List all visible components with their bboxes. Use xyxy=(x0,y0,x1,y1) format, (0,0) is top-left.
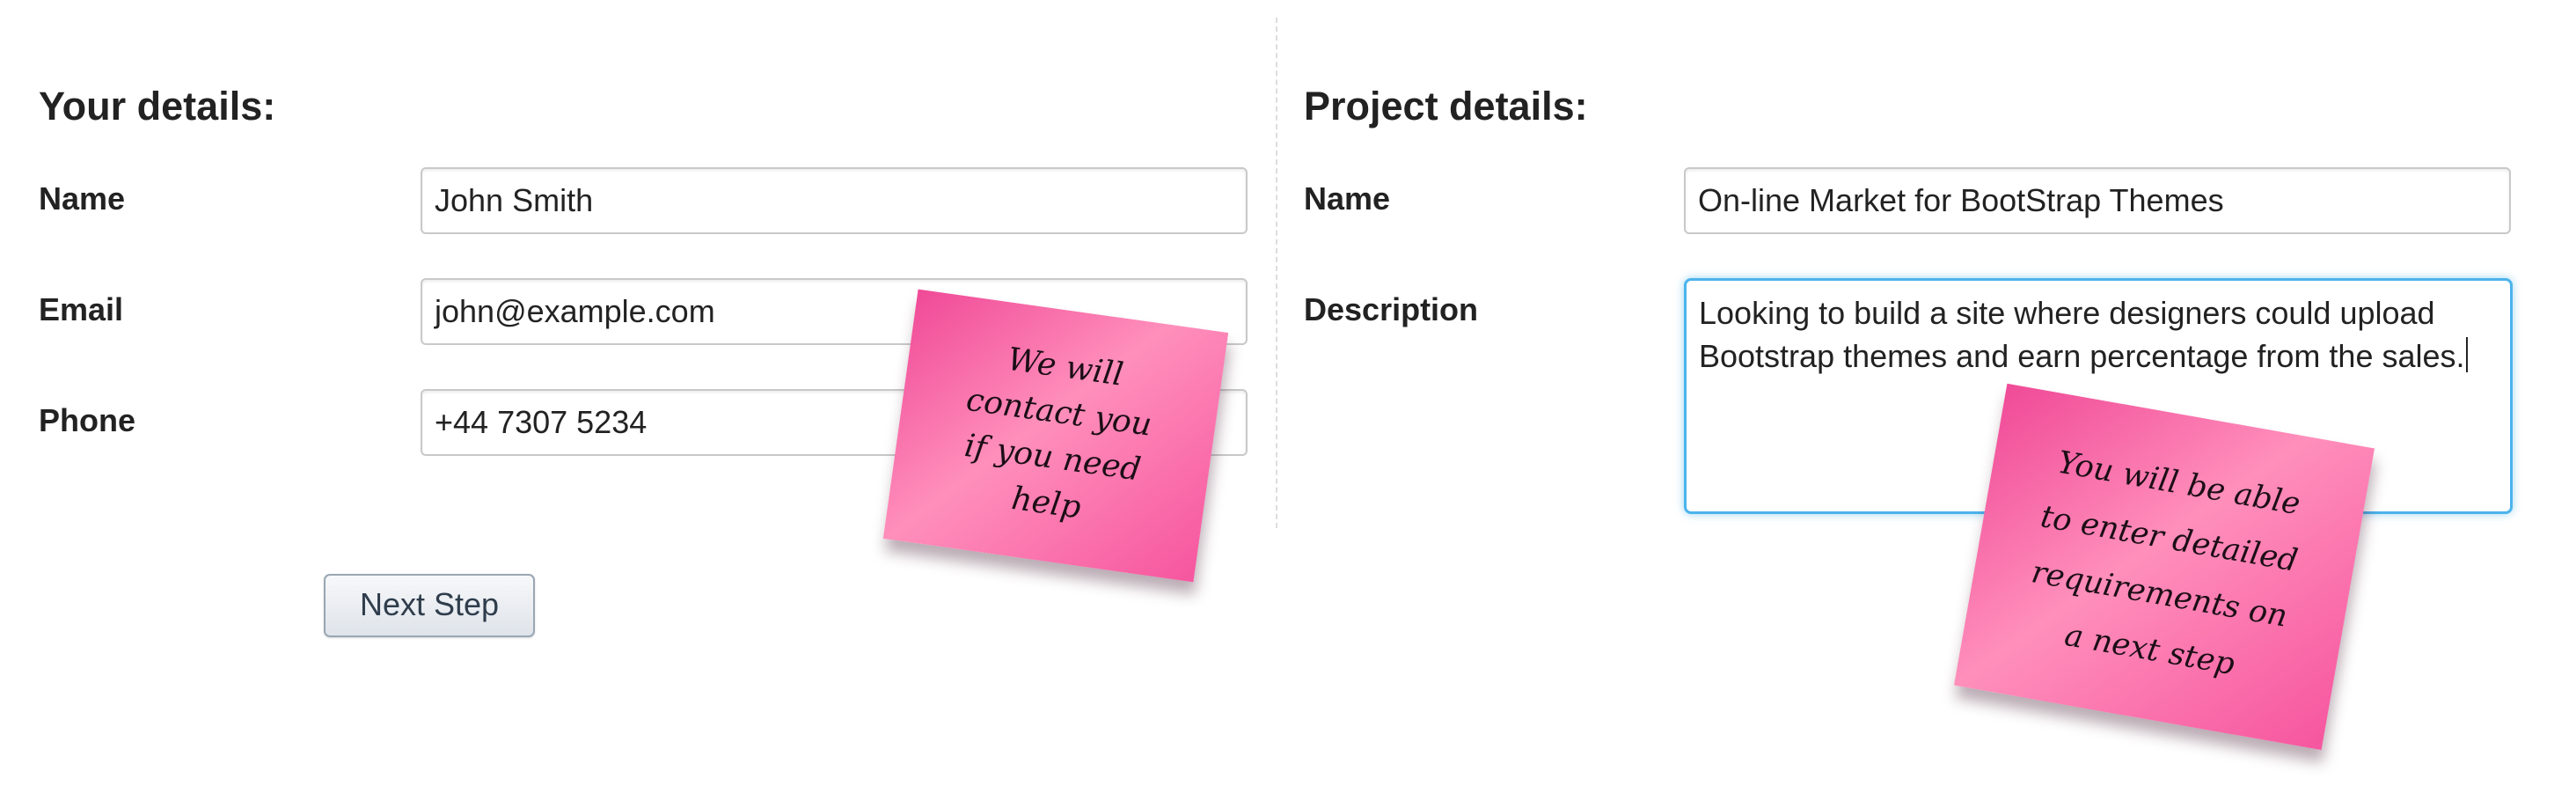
project-name-input[interactable]: On-line Market for BootStrap Themes xyxy=(1684,167,2511,234)
description-line: Looking to build a site where designers … xyxy=(1699,295,2435,331)
project-name-label: Name xyxy=(1304,180,1391,217)
next-step-button[interactable]: Next Step xyxy=(324,574,535,637)
your-details-title: Your details: xyxy=(39,84,276,129)
email-label: Email xyxy=(39,291,124,327)
your-name-input[interactable]: John Smith xyxy=(421,167,1248,234)
description-line-wrap: Bootstrap themes and earn percentage fro… xyxy=(1699,334,2498,378)
requirements-note-text: You will be able to enter detailed requi… xyxy=(2016,433,2312,700)
description-line: Bootstrap themes and earn percentage fro… xyxy=(1699,338,2465,374)
contact-help-note-text: We will contact you if you need help xyxy=(950,332,1160,540)
project-details-title: Project details: xyxy=(1304,84,1588,129)
requirements-sticky-note: You will be able to enter detailed requi… xyxy=(1954,383,2375,751)
description-label: Description xyxy=(1304,291,1479,327)
section-divider xyxy=(1276,18,1277,528)
text-caret xyxy=(2465,337,2468,372)
contact-help-sticky-note: We will contact you if you need help xyxy=(882,289,1229,583)
your-name-label: Name xyxy=(39,180,126,217)
phone-label: Phone xyxy=(39,402,136,438)
